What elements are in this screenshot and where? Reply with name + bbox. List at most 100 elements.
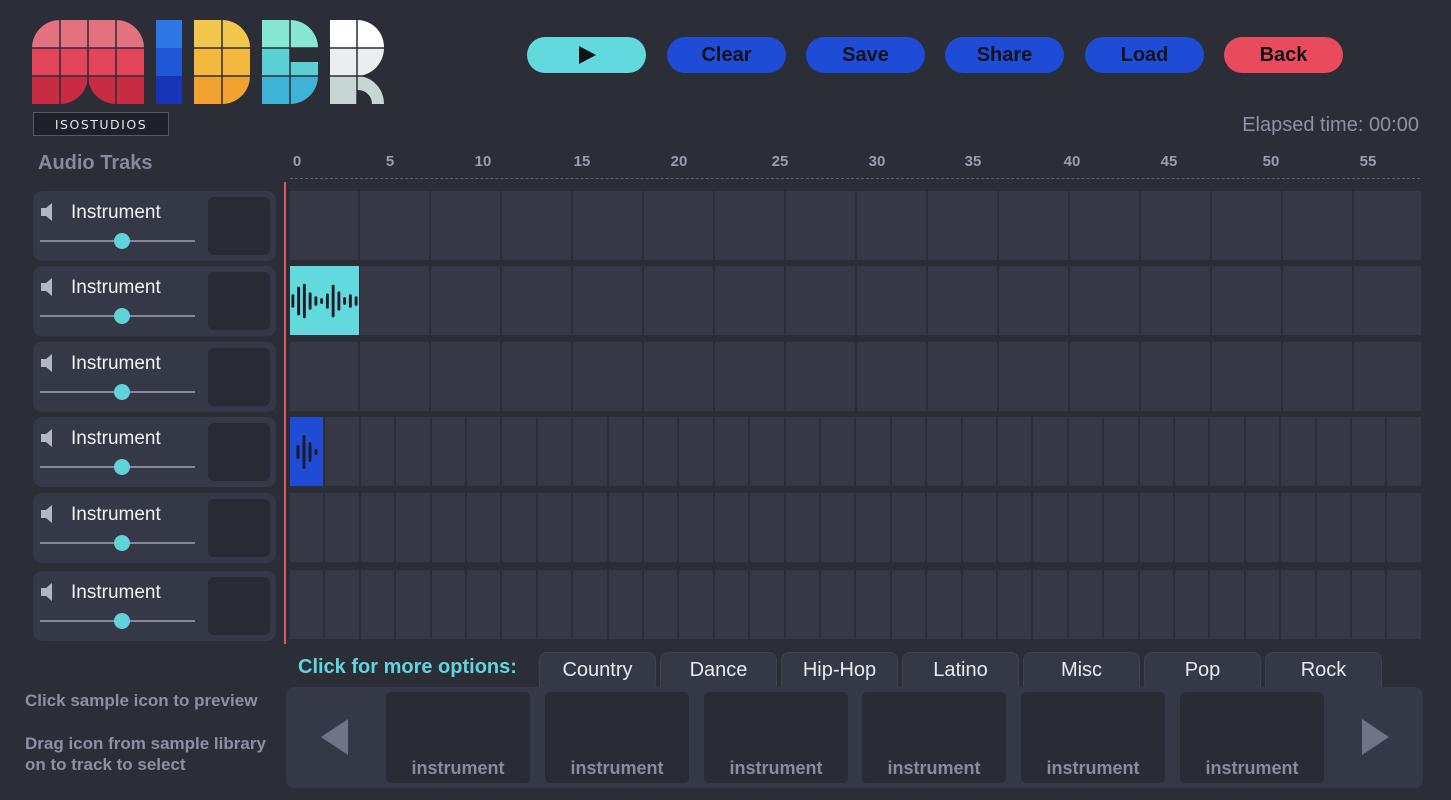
grid-cell[interactable] (325, 570, 359, 639)
grid-cell[interactable] (502, 417, 536, 486)
grid-cell[interactable] (1212, 342, 1281, 411)
grid-cell[interactable] (1104, 417, 1138, 486)
grid-cell[interactable] (1283, 342, 1352, 411)
track-sample-slot[interactable] (208, 423, 270, 481)
grid-cell[interactable] (361, 570, 394, 639)
grid-cell[interactable] (1070, 266, 1139, 335)
grid-cell[interactable] (715, 191, 784, 260)
grid-cell[interactable] (1141, 191, 1210, 260)
grid-cell[interactable] (1033, 570, 1067, 639)
grid-cell[interactable] (290, 191, 358, 260)
grid-cell[interactable] (644, 266, 713, 335)
grid-cell[interactable] (1140, 417, 1173, 486)
grid-cell[interactable] (1141, 266, 1210, 335)
grid-cell[interactable] (928, 191, 997, 260)
next-arrow-icon[interactable] (1362, 719, 1389, 755)
grid-cell[interactable] (431, 342, 500, 411)
tab-pop[interactable]: Pop (1144, 652, 1261, 688)
grid-cell[interactable] (821, 417, 854, 486)
grid-cell[interactable] (892, 417, 925, 486)
grid-cell[interactable] (1281, 417, 1315, 486)
grid-cell[interactable] (609, 417, 642, 486)
grid-cell[interactable] (432, 570, 465, 639)
grid-cell[interactable] (360, 191, 429, 260)
grid-cell[interactable] (963, 493, 996, 562)
clear-button[interactable]: Clear (667, 37, 786, 73)
speaker-icon[interactable] (39, 201, 61, 223)
grid-cell[interactable] (360, 266, 429, 335)
sample-item[interactable]: instrument (704, 692, 848, 783)
grid-cell[interactable] (290, 493, 323, 562)
grid-cell[interactable] (1281, 493, 1315, 562)
grid-cell[interactable] (573, 342, 642, 411)
grid-cell[interactable] (573, 417, 607, 486)
grid-cell[interactable] (573, 191, 642, 260)
volume-slider-knob[interactable] (114, 384, 131, 400)
grid-cell[interactable] (750, 493, 784, 562)
grid-cell[interactable] (1317, 417, 1350, 486)
grid-cell[interactable] (821, 493, 854, 562)
grid-cell[interactable] (502, 191, 571, 260)
share-button[interactable]: Share (945, 37, 1064, 73)
grid-cell[interactable] (1352, 417, 1385, 486)
grid-cell[interactable] (715, 493, 748, 562)
grid-cell[interactable] (573, 266, 642, 335)
grid-cell[interactable] (1354, 342, 1421, 411)
grid-cell[interactable] (1212, 191, 1281, 260)
grid-cell[interactable] (290, 342, 358, 411)
grid-cell[interactable] (573, 570, 607, 639)
tab-country[interactable]: Country (539, 652, 656, 688)
grid-cell[interactable] (1069, 417, 1102, 486)
grid-cell[interactable] (1069, 493, 1102, 562)
grid-cell[interactable] (1352, 570, 1385, 639)
grid-cell[interactable] (821, 570, 854, 639)
grid-cell[interactable] (538, 570, 571, 639)
grid-cell[interactable] (1317, 493, 1350, 562)
grid-cell[interactable] (750, 570, 784, 639)
grid-cell[interactable] (467, 570, 500, 639)
sample-item[interactable]: instrument (1180, 692, 1324, 783)
grid-cell[interactable] (325, 493, 359, 562)
grid-cell[interactable] (1175, 570, 1208, 639)
grid-cell[interactable] (431, 266, 500, 335)
grid-cell[interactable] (1212, 266, 1281, 335)
tab-misc[interactable]: Misc (1023, 652, 1140, 688)
grid-cell[interactable] (396, 570, 430, 639)
track-sample-slot[interactable] (208, 499, 270, 557)
grid-cell[interactable] (927, 417, 961, 486)
grid-cell[interactable] (786, 417, 819, 486)
prev-arrow-icon[interactable] (321, 719, 348, 755)
grid-cell[interactable] (502, 570, 536, 639)
grid-cell[interactable] (325, 417, 359, 486)
grid-cell[interactable] (998, 493, 1031, 562)
grid-cell[interactable] (432, 493, 465, 562)
grid-cell[interactable] (1354, 266, 1421, 335)
sample-item[interactable]: instrument (545, 692, 689, 783)
speaker-icon[interactable] (39, 581, 61, 603)
tab-dance[interactable]: Dance (660, 652, 777, 688)
grid-cell[interactable] (856, 417, 890, 486)
grid-cell[interactable] (1283, 266, 1352, 335)
grid-cell[interactable] (1317, 570, 1350, 639)
grid-cell[interactable] (538, 417, 571, 486)
grid-cell[interactable] (786, 191, 855, 260)
grid-cell[interactable] (1033, 417, 1067, 486)
grid-cell[interactable] (644, 342, 713, 411)
grid-cell[interactable] (928, 266, 997, 335)
grid-cell[interactable] (679, 493, 713, 562)
grid-cell[interactable] (644, 570, 677, 639)
grid-cell[interactable] (1070, 342, 1139, 411)
grid-cell[interactable] (999, 266, 1068, 335)
grid-cell[interactable] (892, 493, 925, 562)
grid-cell[interactable] (786, 342, 855, 411)
grid-cell[interactable] (432, 417, 465, 486)
track-lane[interactable] (290, 342, 1423, 411)
save-button[interactable]: Save (806, 37, 925, 73)
grid-cell[interactable] (467, 417, 500, 486)
grid-cell[interactable] (502, 493, 536, 562)
grid-cell[interactable] (999, 342, 1068, 411)
grid-cell[interactable] (502, 266, 571, 335)
grid-cell[interactable] (1281, 570, 1315, 639)
tab-hip-hop[interactable]: Hip-Hop (781, 652, 898, 688)
grid-cell[interactable] (1387, 570, 1421, 639)
